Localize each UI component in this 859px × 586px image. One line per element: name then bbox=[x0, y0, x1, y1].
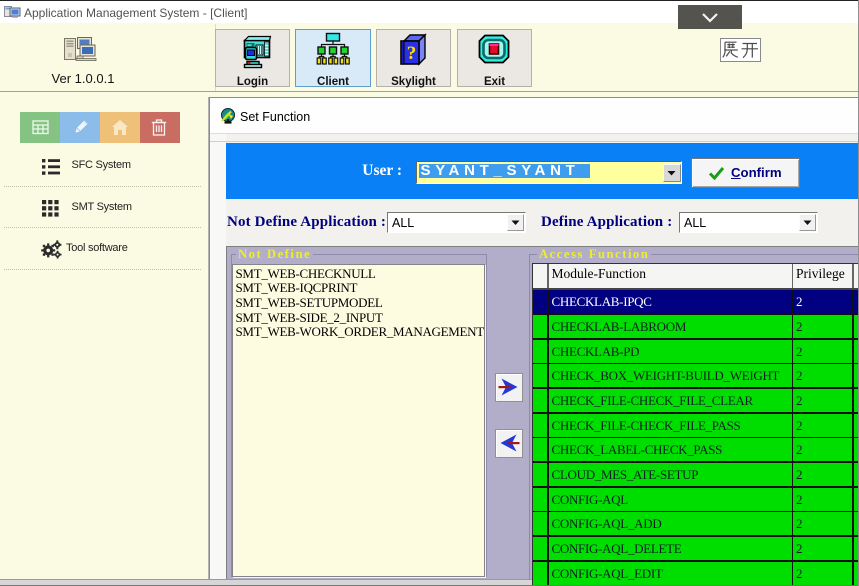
svg-text:?: ? bbox=[407, 43, 417, 64]
